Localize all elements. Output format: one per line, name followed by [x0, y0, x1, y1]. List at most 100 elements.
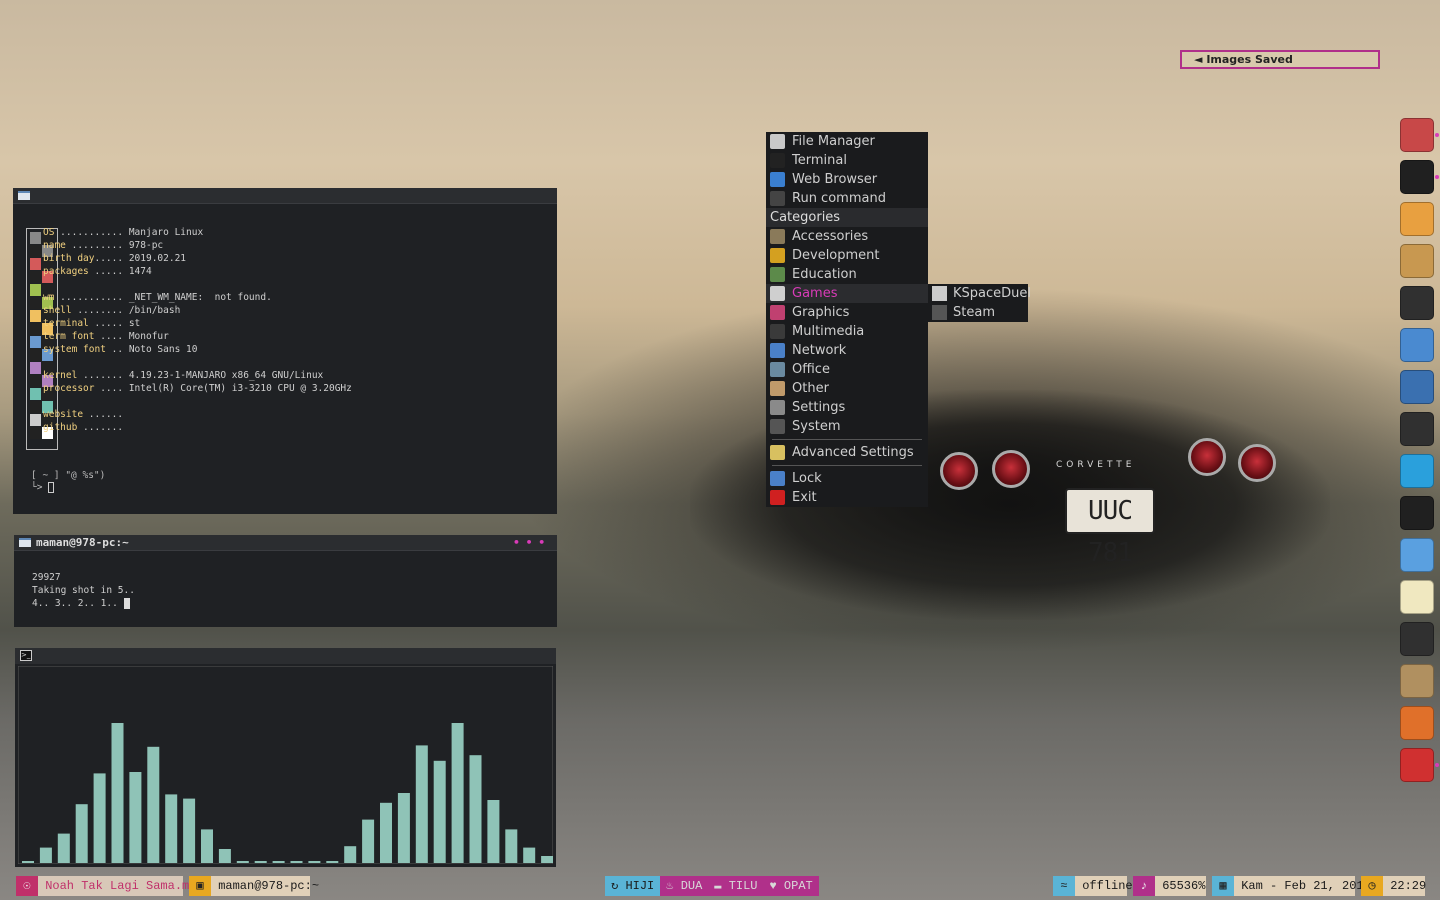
info-value: 2019.02.21 — [123, 253, 187, 264]
menu-item-network[interactable]: Network — [766, 341, 928, 360]
visualizer-bar — [75, 804, 88, 863]
info-key: github — [43, 422, 78, 433]
camera-icon[interactable] — [1400, 622, 1434, 656]
window-controls[interactable]: ••• — [513, 535, 551, 550]
window-icon — [19, 538, 31, 547]
menu-item-file-manager[interactable]: File Manager — [766, 132, 928, 151]
menu-item-other[interactable]: Other — [766, 379, 928, 398]
menu-item-label: Exit — [792, 490, 817, 505]
prompt-line-2: └> — [31, 482, 49, 493]
info-row: wm ........... _NET_WM_NAME: not found. — [43, 291, 352, 304]
media-segment[interactable]: ☉ Noah Tak Lagi Sama.mp4 — [16, 876, 204, 896]
menu-item-education[interactable]: Education — [766, 265, 928, 284]
neofetch-info: OS ........... Manjaro Linux name .......… — [43, 226, 352, 434]
output-line-1: 29927 — [32, 572, 61, 583]
paint-icon[interactable] — [1400, 202, 1434, 236]
terminal-icon[interactable] — [1400, 160, 1434, 194]
visualizer-bar — [469, 755, 482, 863]
workspace-hiji[interactable]: ↻ HIJI — [605, 876, 661, 896]
submenu-item-kspaceduel[interactable]: KSpaceDuel — [928, 284, 1031, 303]
info-row — [43, 356, 352, 369]
running-indicator — [1435, 763, 1439, 767]
menu-item-terminal[interactable]: Terminal — [766, 151, 928, 170]
window-titlebar[interactable]: >_ — [15, 648, 556, 664]
menu-item-label: Accessories — [792, 229, 869, 244]
photos-icon[interactable] — [1400, 118, 1434, 152]
chromium-icon[interactable] — [1400, 538, 1434, 572]
menu-item-lock[interactable]: Lock — [766, 469, 928, 488]
info-value: Manjaro Linux — [123, 227, 204, 238]
menu-item-run-command[interactable]: Run command — [766, 189, 928, 208]
accessories-icon — [770, 229, 785, 244]
notes-icon[interactable] — [1400, 580, 1434, 614]
text-editor-icon[interactable] — [1400, 244, 1434, 278]
graphics-icon — [770, 305, 785, 320]
folder-icon — [770, 134, 785, 149]
menu-item-office[interactable]: Office — [766, 360, 928, 379]
audio-visualizer-window[interactable]: >_ — [15, 648, 556, 867]
telegram-icon[interactable] — [1400, 454, 1434, 488]
info-row: name ......... 978-pc — [43, 239, 352, 252]
visualizer-bar — [93, 773, 106, 863]
refresh-icon: ↻ — [611, 879, 626, 893]
menu-item-label: System — [792, 419, 841, 434]
menu-item-system[interactable]: System — [766, 417, 928, 436]
workspace-opat[interactable]: ♥ OPAT — [763, 876, 819, 896]
menu-item-exit[interactable]: Exit — [766, 488, 928, 507]
menu-item-graphics[interactable]: Graphics — [766, 303, 928, 322]
volume-segment[interactable]: ♪ 65536% — [1133, 876, 1206, 896]
notification-popup[interactable]: ◄ Images Saved — [1180, 50, 1380, 69]
workspace-label: HIJI — [625, 879, 655, 893]
output-line-3: 4.. 3.. 2.. 1.. — [32, 598, 124, 609]
menu-item-accessories[interactable]: Accessories — [766, 227, 928, 246]
visualizer-bar — [129, 772, 142, 863]
visualizer-bar — [505, 829, 518, 863]
menu-item-games[interactable]: Games — [766, 284, 928, 303]
audio-icon[interactable] — [1400, 664, 1434, 698]
info-row: birth day..... 2019.02.21 — [43, 252, 352, 265]
menu-item-multimedia[interactable]: Multimedia — [766, 322, 928, 341]
window-titlebar[interactable] — [13, 188, 557, 204]
games-submenu[interactable]: KSpaceDuel Steam — [928, 284, 1031, 322]
neofetch-terminal[interactable]: OS ........... Manjaro Linux name .......… — [13, 188, 557, 514]
workspace-tilu[interactable]: ▬ TILU — [708, 876, 764, 896]
window-titlebar[interactable]: maman@978-pc:~ ••• — [14, 535, 557, 551]
info-value: Noto Sans 10 — [123, 344, 198, 355]
info-key: shell — [43, 305, 72, 316]
network-segment[interactable]: ≈ offline — [1053, 876, 1133, 896]
firefox-icon[interactable] — [1400, 706, 1434, 740]
network-arrows-icon[interactable] — [1400, 328, 1434, 362]
shot-terminal[interactable]: maman@978-pc:~ ••• 29927 Taking shot in … — [14, 535, 557, 627]
clock-segment[interactable]: ◷ 22:29 — [1361, 876, 1426, 896]
info-row: kernel ....... 4.19.23-1-MANJARO x86_64 … — [43, 369, 352, 382]
info-dots: ......... — [65, 240, 124, 251]
menu-item-advanced-settings[interactable]: Advanced Settings — [766, 443, 928, 462]
shell-prompt[interactable]: [ ~ ] "@ %s") └> — [31, 470, 105, 494]
info-dots: ..... — [88, 266, 124, 277]
submenu-item-steam[interactable]: Steam — [928, 303, 1028, 322]
windows-icon[interactable] — [1400, 748, 1434, 782]
workspace-dua[interactable]: ♨ DUA — [660, 876, 709, 896]
info-key: terminal — [43, 318, 89, 329]
steam-icon[interactable] — [1400, 412, 1434, 446]
menu-item-label: Lock — [792, 471, 822, 486]
system-monitor-icon[interactable] — [1400, 370, 1434, 404]
menu-item-settings[interactable]: Settings — [766, 398, 928, 417]
menu-item-label: Multimedia — [792, 324, 865, 339]
system-icon — [770, 419, 785, 434]
info-row — [43, 395, 352, 408]
terminal-icon: >_ — [20, 650, 32, 661]
menu-item-development[interactable]: Development — [766, 246, 928, 265]
terminal-icon-2[interactable] — [1400, 496, 1434, 530]
window-segment[interactable]: ▣ maman@978-pc:~ — [189, 876, 319, 896]
menu-item-web-browser[interactable]: Web Browser — [766, 170, 928, 189]
info-value: /bin/bash — [123, 305, 181, 316]
running-indicator — [1435, 133, 1439, 137]
info-row: terminal ..... st — [43, 317, 352, 330]
app-menu[interactable]: File Manager Terminal Web Browser Run comma… — [766, 132, 928, 507]
date-segment[interactable]: ▦ Kam - Feb 21, 2019 — [1212, 876, 1371, 896]
media-title: Noah Tak Lagi Sama.mp4 — [45, 879, 204, 893]
workspace-switcher[interactable]: ↻ HIJI ♨ DUA ▬ TILU ♥ OPAT — [605, 876, 819, 896]
visualizer-bar — [183, 798, 196, 863]
amazon-icon[interactable] — [1400, 286, 1434, 320]
